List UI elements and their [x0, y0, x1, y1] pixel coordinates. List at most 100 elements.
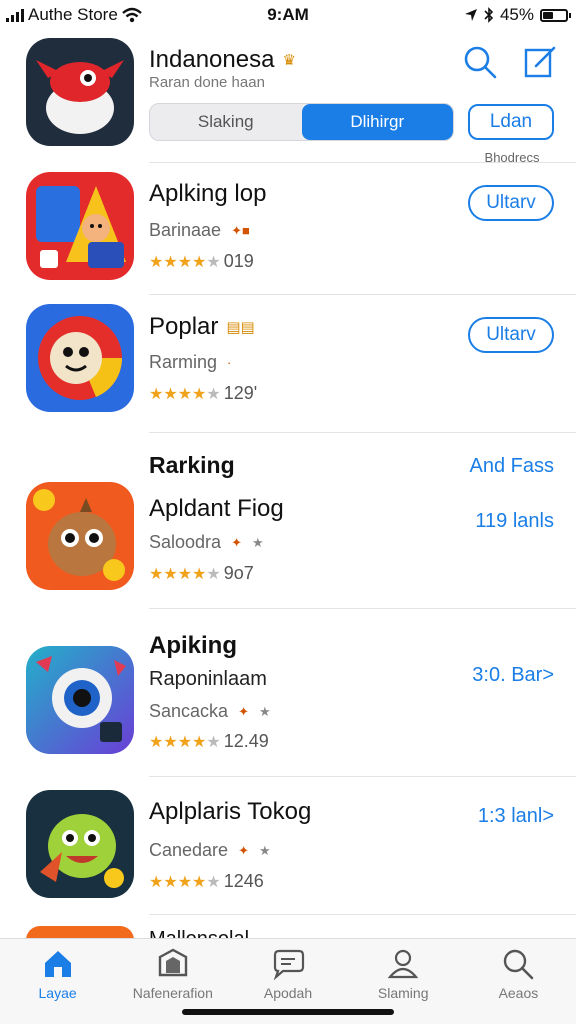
- app-title-text: Apldant Fiog: [149, 495, 284, 522]
- rank-rating-2: ★ ★ ★ ★ ★ 12.49: [149, 731, 269, 752]
- star-icon: ★: [149, 385, 163, 403]
- tab-label: Apodah: [263, 985, 313, 1001]
- star-icon: ★: [177, 253, 192, 271]
- star-icon: ★: [177, 733, 192, 751]
- rank-subtitle-2: Sancacka ✦ ★: [149, 701, 271, 722]
- segment-0[interactable]: Slaking: [150, 104, 302, 140]
- star-icon: ★: [177, 565, 192, 583]
- rating-count: 12.49: [223, 731, 269, 751]
- tab-label: Aeaos: [498, 985, 539, 1001]
- stars-icon: ★ ★ ★ ★ ★: [149, 872, 221, 892]
- rank-icon-3[interactable]: [26, 790, 134, 898]
- star-icon: ★: [149, 873, 163, 891]
- box-icon: [158, 948, 187, 977]
- app-title-2: Poplar ▤▤: [149, 313, 255, 341]
- rating-count: 1246: [223, 871, 264, 891]
- badge-icon: ✦: [238, 703, 249, 719]
- rank-subtitle-2b: Raponinlaam: [149, 668, 267, 691]
- status-right: 45%: [464, 5, 571, 25]
- rank-link-1[interactable]: 119 lanls: [475, 510, 554, 533]
- see-all-link[interactable]: And Fass: [470, 455, 554, 478]
- rank-rating-3: ★ ★ ★ ★ ★ 1246: [149, 871, 264, 892]
- header-action-button[interactable]: Ldan: [468, 104, 554, 140]
- header-app-icon[interactable]: [26, 38, 134, 146]
- search-icon: [504, 949, 534, 980]
- search-button[interactable]: [460, 42, 500, 82]
- app-icon-1[interactable]: [26, 172, 134, 280]
- get-button-2[interactable]: Ultarv: [468, 317, 554, 353]
- star-icon: ★: [149, 565, 163, 583]
- rank-title-1: Apldant Fiog: [149, 495, 284, 523]
- tab-today[interactable]: Layae: [0, 939, 115, 1024]
- rank-icon-2[interactable]: [26, 646, 134, 754]
- star-icon: ★: [163, 385, 177, 403]
- badge-icon: ▤▤: [226, 319, 255, 336]
- rating-count: 019: [223, 251, 254, 271]
- stars-icon: ★ ★ ★ ★ ★: [149, 384, 221, 404]
- star-badge-icon: ★: [258, 703, 271, 719]
- app-icon-2[interactable]: [26, 304, 134, 412]
- star-icon: ★: [192, 733, 206, 751]
- header-title-row: Indanonesa ♛: [149, 46, 296, 74]
- star-icon: ★: [163, 733, 177, 751]
- rank-icon-1[interactable]: [26, 482, 134, 590]
- app-subtitle-text: Rarming: [149, 352, 218, 372]
- rank-link-2[interactable]: 3:0. Bar>: [472, 664, 554, 687]
- tab-search[interactable]: Aeaos: [461, 939, 576, 1024]
- star-badge-icon: ★: [251, 534, 264, 550]
- bluetooth-icon: [484, 7, 494, 23]
- rank-link-3[interactable]: 1:3 lanl>: [478, 805, 554, 828]
- star-icon: ★: [206, 873, 220, 891]
- divider: [149, 608, 576, 609]
- badge-icon: ·: [227, 355, 232, 370]
- rank-title-3: Aplplaris Tokog: [149, 798, 311, 826]
- rank-rating-1: ★ ★ ★ ★ ★ 9o7: [149, 563, 254, 584]
- home-icon: [44, 951, 71, 977]
- stars-icon: ★ ★ ★ ★ ★: [149, 732, 221, 752]
- star-icon: ★: [206, 565, 220, 583]
- segmented-control: Slaking Dlihirgr: [149, 103, 454, 141]
- page-title: Indanonesa: [149, 46, 275, 73]
- compose-icon: [524, 46, 556, 78]
- rating-count: 9o7: [223, 563, 254, 583]
- star-badge-icon: ★: [258, 842, 271, 858]
- app-title-text: Aplplaris Tokog: [149, 798, 312, 825]
- rank-title-2: Apiking: [149, 632, 237, 660]
- app-title-text: Apiking: [149, 632, 237, 659]
- rank-title-4: Mallonsolal: [149, 928, 250, 939]
- page-subtitle: Raran done haan: [149, 74, 265, 91]
- app-rating-1: ★ ★ ★ ★ ★ 019: [149, 251, 254, 272]
- star-icon: ★: [206, 253, 220, 271]
- app-subtitle-text: Sancacka: [149, 701, 229, 721]
- battery-percent: 45%: [499, 5, 534, 24]
- person-icon: [387, 949, 419, 979]
- divider: [149, 776, 576, 777]
- app-subtitle-2: Rarming ·: [149, 352, 231, 373]
- star-icon: ★: [177, 385, 192, 403]
- chat-icon: [273, 949, 305, 981]
- divider: [149, 294, 576, 295]
- tab-label: Layae: [38, 985, 77, 1001]
- star-icon: ★: [163, 253, 177, 271]
- status-bar: Authe Store 9:AM 45%: [0, 0, 576, 30]
- tab-label: Slaming: [377, 985, 429, 1001]
- stars-icon: ★ ★ ★ ★ ★: [149, 564, 221, 584]
- app-subtitle-1: Barinaae ✦■: [149, 220, 250, 241]
- star-icon: ★: [149, 733, 163, 751]
- get-button-1[interactable]: Ultarv: [468, 185, 554, 221]
- star-icon: ★: [149, 253, 163, 271]
- star-icon: ★: [192, 873, 206, 891]
- star-icon: ★: [206, 385, 220, 403]
- star-icon: ★: [163, 873, 177, 891]
- app-title-1: Aplking lop: [149, 180, 266, 208]
- divider: [149, 432, 576, 433]
- app-rating-2: ★ ★ ★ ★ ★ 129': [149, 383, 257, 404]
- divider: [149, 914, 576, 915]
- crown-icon: ♛: [282, 52, 296, 69]
- compose-button[interactable]: [520, 42, 560, 82]
- app-title-text: Aplking lop: [149, 180, 267, 207]
- badge-icon: ✦: [231, 534, 242, 550]
- home-indicator[interactable]: [182, 1009, 394, 1015]
- app-subtitle-text: Canedare: [149, 840, 229, 860]
- segment-1[interactable]: Dlihirgr: [301, 104, 453, 140]
